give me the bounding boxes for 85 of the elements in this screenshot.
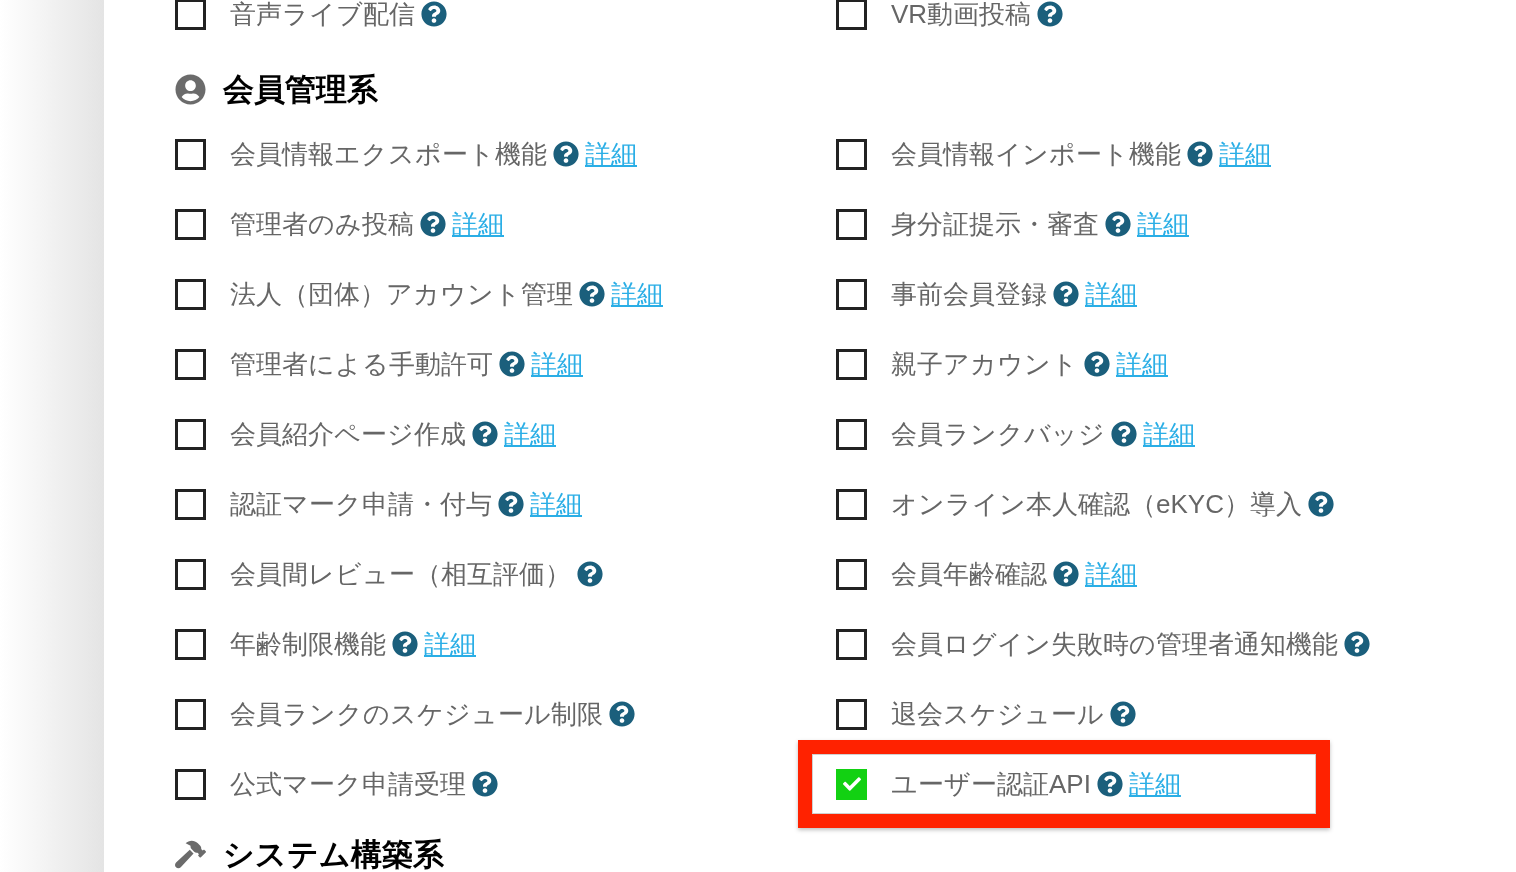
option-label: 法人（団体）アカウント管理 [230,281,573,307]
details-link[interactable]: 詳細 [1137,211,1189,237]
help-icon[interactable] [420,211,446,237]
option-label: 管理者のみ投稿 [230,211,414,237]
details-link[interactable]: 詳細 [1219,141,1271,167]
help-icon[interactable] [609,701,635,727]
checkbox[interactable] [836,138,867,170]
help-icon[interactable] [1307,491,1334,517]
option-label: 会員ログイン失敗時の管理者通知機能 [891,631,1338,657]
help-icon[interactable] [1111,421,1137,447]
details-link[interactable]: 詳細 [504,421,556,447]
details-link[interactable]: 詳細 [1085,561,1137,587]
option-label: 管理者による手動許可 [230,351,493,377]
help-icon[interactable] [1105,211,1131,237]
help-icon[interactable] [553,141,579,167]
option-label: VR動画投稿 [891,1,1032,27]
checkbox[interactable] [175,138,206,170]
checkbox[interactable] [175,278,206,310]
details-link[interactable]: 詳細 [530,491,582,517]
checkbox[interactable] [836,208,867,240]
details-link[interactable]: 詳細 [1143,421,1195,447]
help-icon[interactable] [1344,631,1370,657]
checkbox[interactable] [175,558,206,590]
details-link[interactable]: 詳細 [585,141,637,167]
checkbox[interactable] [175,698,206,730]
checkbox[interactable] [836,278,867,310]
hammer-icon [175,838,206,870]
checkbox[interactable] [836,488,867,520]
checkbox[interactable] [836,628,867,660]
help-icon[interactable] [498,491,524,517]
help-icon[interactable] [1084,351,1110,377]
details-link[interactable]: 詳細 [1116,351,1168,377]
help-icon[interactable] [1187,141,1213,167]
option-label: 年齢制限機能 [230,631,386,657]
help-icon[interactable] [392,631,418,657]
option-label: 退会スケジュール [891,701,1104,727]
checkbox[interactable] [836,698,867,730]
checkbox[interactable] [175,348,206,380]
option-label: オンライン本人確認（eKYC）導入 [891,491,1302,517]
details-link[interactable]: 詳細 [611,281,663,307]
checkbox[interactable] [836,0,867,30]
checkbox[interactable] [175,418,206,450]
help-icon[interactable] [1053,281,1079,307]
help-icon[interactable] [421,1,447,27]
option-label: 会員情報エクスポート機能 [230,141,547,167]
user-icon [175,73,206,105]
option-label: 親子アカウント [891,351,1078,377]
help-icon[interactable] [499,351,525,377]
details-link[interactable]: 詳細 [1085,281,1137,307]
option-label: 会員ランクのスケジュール制限 [230,701,603,727]
checkbox[interactable] [175,488,206,520]
checkbox[interactable] [175,208,206,240]
option-label: 会員紹介ページ作成 [230,421,466,447]
option-label: 会員間レビュー（相互評価） [230,561,571,587]
help-icon[interactable] [577,561,603,587]
help-icon[interactable] [1037,1,1064,27]
option-label: 会員ランクバッジ [891,421,1105,447]
option-label: 会員年齢確認 [891,561,1047,587]
checkbox[interactable] [836,348,867,380]
option-label: 公式マーク申請受理 [230,771,466,797]
help-icon[interactable] [1110,701,1136,727]
details-link[interactable]: 詳細 [531,351,583,377]
help-icon[interactable] [1053,561,1079,587]
help-icon[interactable] [579,281,605,307]
checkbox[interactable] [175,628,206,660]
option-label: 事前会員登録 [891,281,1047,307]
checkbox[interactable] [836,558,867,590]
checkbox[interactable] [836,768,867,800]
help-icon[interactable] [472,421,498,447]
option-label: 音声ライブ配信 [230,1,415,27]
option-label: 会員情報インポート機能 [891,141,1181,167]
help-icon[interactable] [472,771,498,797]
option-label: 身分証提示・審査 [891,211,1099,237]
checkbox[interactable] [836,418,867,450]
checkbox[interactable] [175,768,206,800]
section-heading: 会員管理系 [223,73,378,105]
option-label: 認証マーク申請・付与 [230,491,492,517]
details-link[interactable]: 詳細 [452,211,504,237]
option-label: ユーザー認証API [891,771,1091,797]
check-icon [842,775,861,793]
details-link[interactable]: 詳細 [1128,771,1181,797]
checkbox[interactable] [175,0,206,30]
section-heading: システム構築系 [223,838,444,870]
help-icon[interactable] [1096,771,1123,797]
details-link[interactable]: 詳細 [424,631,476,657]
